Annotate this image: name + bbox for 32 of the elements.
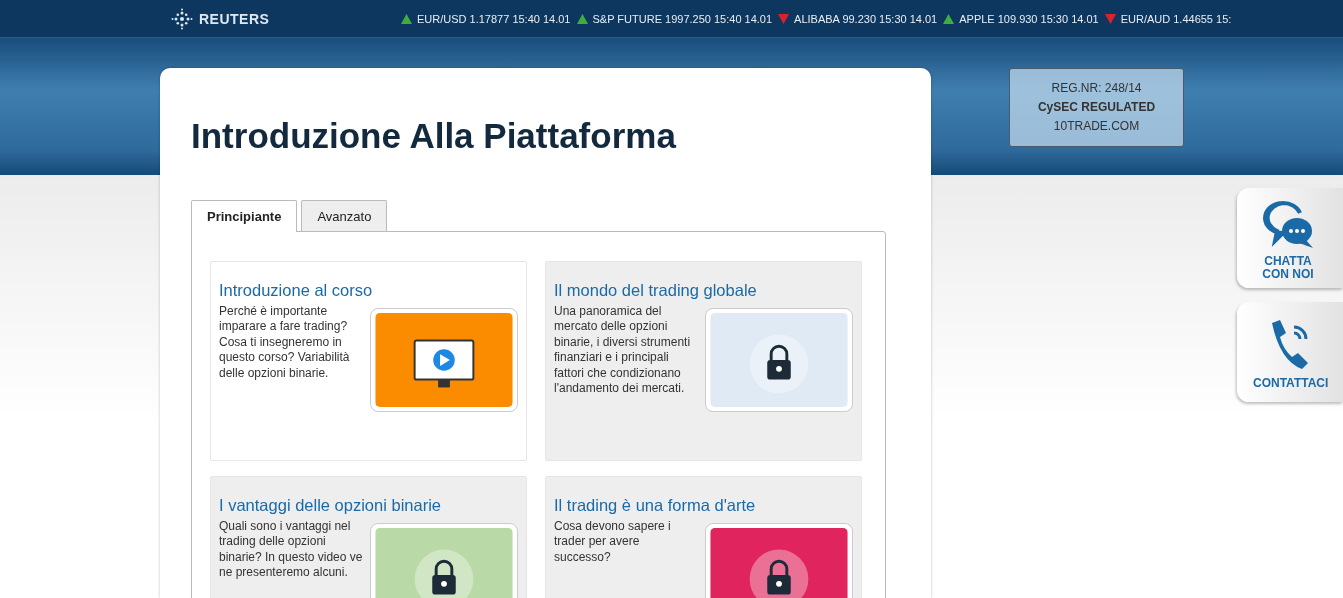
course-card[interactable]: Il trading è una forma d'arte Cosa devono sapere i trader per avere successo?	[545, 476, 862, 598]
contact-button[interactable]: CONTATTACI	[1237, 302, 1343, 402]
chat-bubbles-icon	[1261, 199, 1315, 249]
logo-text: REUTERS	[199, 10, 270, 27]
course-card[interactable]: Il mondo del trading globale Una panoramica del mercato delle opzioni binarie, i diversi strumenti finanziari e i principali fattori che condizionano l'andamento dei mercati.	[545, 261, 862, 461]
tab[interactable]: Avanzato	[301, 200, 388, 231]
course-description: Cosa devono sapere i trader per avere successo?	[554, 519, 672, 566]
registration-number: REG.NR: 248/14	[1051, 80, 1142, 97]
course-thumbnail[interactable]	[375, 313, 513, 407]
regulation-label: CySEC REGULATED	[1037, 99, 1156, 116]
reuters-logo-icon	[171, 7, 193, 30]
ticker-quote: ALIBABA 99.230 15:30 14.01	[794, 12, 938, 25]
ticker-quote: S&P FUTURE 1997.250 15:40 14.01	[592, 12, 773, 25]
tab[interactable]: Principiante	[191, 200, 298, 232]
course-thumbnail[interactable]	[375, 528, 513, 598]
course-title[interactable]: Il mondo del trading globale	[554, 281, 853, 300]
course-title[interactable]: I vantaggi delle opzioni binarie	[219, 496, 518, 515]
course-title[interactable]: Il trading è una forma d'arte	[554, 496, 853, 515]
domain-text: 10TRADE.COM	[1053, 118, 1140, 135]
course-thumbnail[interactable]	[710, 528, 848, 598]
course-card[interactable]: Introduzione al corso Perché è importante imparare a fare trading? Cosa ti insegneremo in questo corso? Variabilità delle opzioni binarie.	[210, 261, 527, 461]
ticker-quote: EUR/AUD 1.44655 15:	[1120, 12, 1232, 25]
course-thumbnail[interactable]	[710, 313, 848, 407]
ticker-quote: APPLE 109.930 15:30 14.01	[959, 12, 1099, 25]
course-description: Perché è importante imparare a fare trading? Cosa ti insegneremo in questo corso? Variabilità delle opzioni binarie.	[219, 304, 351, 382]
course-title[interactable]: Introduzione al corso	[219, 281, 518, 300]
course-card[interactable]: I vantaggi delle opzioni binarie Quali sono i vantaggi nel trading delle opzioni binarie? In questo video ve ne presenteremo alcuni.	[210, 476, 527, 598]
course-description: Quali sono i vantaggi nel trading delle opzioni binarie? In questo video ve ne presenteremo alcuni.	[219, 519, 364, 582]
page-title: Introduzione Alla Piattaforma	[191, 116, 678, 156]
course-description: Una panoramica del mercato delle opzioni binarie, i diversi strumenti finanziari e i principali fattori che condizionano l'andamento dei mercati.	[554, 304, 692, 398]
ticker-quote: EUR/USD 1.17877 15:40 14.01	[417, 12, 571, 25]
chat-button[interactable]: CHATTA CON NOI	[1237, 188, 1343, 288]
